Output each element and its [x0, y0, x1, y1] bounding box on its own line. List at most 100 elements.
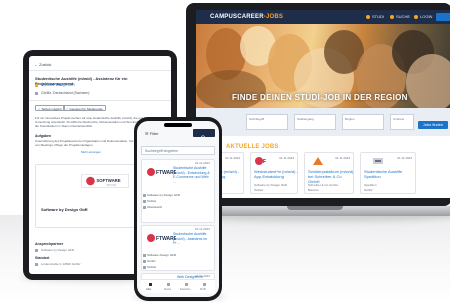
company-logo: [313, 157, 323, 165]
search-icon: [200, 135, 206, 141]
site-logo[interactable]: CAMPUSCAREER-JOBS: [210, 14, 283, 20]
location-pin-icon: [35, 263, 38, 266]
contact-heading: Ansprechpartner: [35, 242, 64, 246]
bottom-tab-bar: Jobs Suche Favoriten Profil: [141, 279, 215, 293]
hero-title: FINDE DEINEN STUDI-JOB IN DER REGION: [232, 93, 408, 102]
field-label: Region: [345, 117, 355, 121]
search-button[interactable]: [193, 129, 215, 141]
tab-profile[interactable]: Profil: [200, 288, 206, 291]
tasks-heading: Aufgaben: [35, 134, 52, 138]
location-heading: Standort: [35, 256, 50, 260]
tag-students: ✓ Geeignet für Studierende: [63, 105, 106, 111]
logo-sub: by Design: [107, 184, 117, 186]
job-title[interactable]: Schülerpraktikum (m/w/d) bei Schreiber &…: [308, 169, 354, 184]
phone-screen: ☰ Filter Suchbegriff eingeben FTWARE 01.…: [137, 121, 219, 297]
logo-word: SOFTWARE: [96, 178, 120, 183]
job-location: Görlitz: [364, 188, 373, 192]
show-more-link[interactable]: Mehr anzeigen: [81, 150, 101, 154]
logo-main: CAMPUSCAREER: [210, 14, 264, 20]
filter-label: Filter: [149, 131, 159, 136]
company-logo: FTWARE: [147, 234, 176, 242]
job-location: Oberlausitz: [147, 205, 163, 209]
search-radius-field[interactable]: Umkreis: [390, 114, 414, 130]
job-title[interactable]: Werkstudent*in (m/w/d) - App-Entwicklung: [254, 169, 298, 179]
back-link[interactable]: ← Zurück: [34, 62, 51, 67]
nav-item-login[interactable]: LOGIN: [420, 14, 432, 19]
search-input[interactable]: Suchbegriff eingeben: [141, 146, 215, 155]
job-location: Bautzen: [308, 188, 320, 192]
search-keyword-field[interactable]: Suchbegriff: [246, 114, 288, 130]
location-detail: Lindenstraße 3, 02826 Görlitz: [41, 262, 81, 266]
tag-part-time: ✓ Teilzeit möglich: [35, 105, 65, 111]
divider: [29, 70, 171, 71]
briefcase-icon[interactable]: [149, 283, 152, 286]
field-label: Umkreis: [393, 117, 404, 121]
field-label: Studiengang: [297, 117, 314, 121]
filter-button[interactable]: ☰ Filter: [145, 131, 159, 136]
top-navigation: CAMPUSCAREER-JOBS STUDI SUCHE LOGIN: [196, 10, 450, 24]
user-icon: [414, 15, 418, 19]
job-company: Software by Design GbR: [147, 193, 181, 197]
job-location: Görlitz, Deutschland (Sachsen): [41, 91, 90, 95]
job-date: 01.11.2023: [279, 156, 294, 160]
tab-search[interactable]: Suche: [164, 288, 171, 291]
company-logo: F: [255, 157, 266, 165]
contact-name: Software by Design GbR: [41, 248, 75, 252]
tab-jobs[interactable]: Jobs: [146, 288, 151, 291]
location-pin-icon: [143, 260, 146, 263]
job-title[interactable]: Studentische Aushilfe (m/w/d) - Entwickl…: [173, 166, 211, 184]
back-label: Zurück: [39, 62, 52, 67]
job-date: 01.11.2023: [195, 161, 210, 165]
nav-item-studi[interactable]: STUDI: [372, 14, 384, 19]
star-icon: [366, 15, 370, 19]
company-logo: SOFTWARE by Design: [81, 174, 129, 188]
job-card[interactable]: F 01.11.2023 Werkstudent*in (m/w/d) - Ap…: [250, 152, 298, 194]
job-date: 01.11.2023: [225, 156, 240, 160]
job-title[interactable]: Studentische Aushilfe (m/w/d) - Assisten…: [173, 232, 211, 246]
location-pin-icon: [143, 206, 146, 209]
job-date: 01.11.2023: [335, 156, 350, 160]
job-title[interactable]: Studentische Aushilfe Spedition: [364, 169, 414, 179]
job-location: Görlitz: [147, 259, 156, 263]
search-study-field[interactable]: Studiengang: [294, 114, 336, 130]
laptop-screen: CAMPUSCAREER-JOBS STUDI SUCHE LOGIN FIND…: [196, 10, 450, 198]
section-title: AKTUELLE JOBS: [226, 144, 279, 150]
search-region-field[interactable]: Region: [342, 114, 384, 130]
building-icon: [143, 194, 146, 197]
user-icon: [35, 249, 38, 252]
job-card[interactable]: 01.11.2023 Studentische Aushilfe Spediti…: [360, 152, 416, 194]
job-type: Teilzeit: [254, 188, 264, 192]
divider: [29, 100, 171, 101]
chip-label: Teilzeit möglich: [41, 107, 62, 111]
company-logo: FTWARE: [147, 168, 176, 176]
tab-favorites[interactable]: Favoriten: [180, 288, 190, 291]
svg-text:F: F: [263, 159, 266, 165]
logo-accent: -JOBS: [263, 14, 284, 20]
chip-label: Geeignet für Studierende: [69, 107, 103, 111]
find-jobs-button[interactable]: Jobs finden: [418, 121, 448, 129]
search-placeholder: Suchbegriff eingeben: [145, 149, 179, 153]
job-company: Schreiber & Co GmbH: [308, 183, 338, 187]
job-date: 01.11.2023: [397, 156, 412, 160]
heart-icon[interactable]: [185, 283, 188, 286]
clock-icon: [143, 266, 146, 269]
field-label: Suchbegriff: [249, 117, 265, 121]
dynamic-island: [164, 123, 192, 127]
job-card[interactable]: 01.11.2023 Schülerpraktikum (m/w/d) bei …: [304, 152, 354, 194]
company-link[interactable]: Software Design GbR: [41, 83, 75, 87]
laptop-notch: [287, 206, 343, 210]
menu-button[interactable]: [436, 13, 450, 21]
clock-icon: [143, 200, 146, 203]
job-title[interactable]: Web Designer/in: [177, 275, 215, 280]
job-company: Software Design GbR: [147, 253, 177, 257]
location-pin-icon: [35, 92, 38, 95]
job-company: Software by Design GbR: [254, 183, 288, 187]
nav-item-suche[interactable]: SUCHE: [396, 14, 410, 19]
company-logo: [373, 158, 383, 164]
building-icon: [35, 84, 38, 87]
job-type: Teilzeit: [147, 199, 157, 203]
job-company: Spedition: [364, 183, 377, 187]
company-name: Software by Design GbR: [41, 207, 88, 212]
user-icon[interactable]: [203, 283, 206, 286]
search-icon[interactable]: [167, 283, 170, 286]
